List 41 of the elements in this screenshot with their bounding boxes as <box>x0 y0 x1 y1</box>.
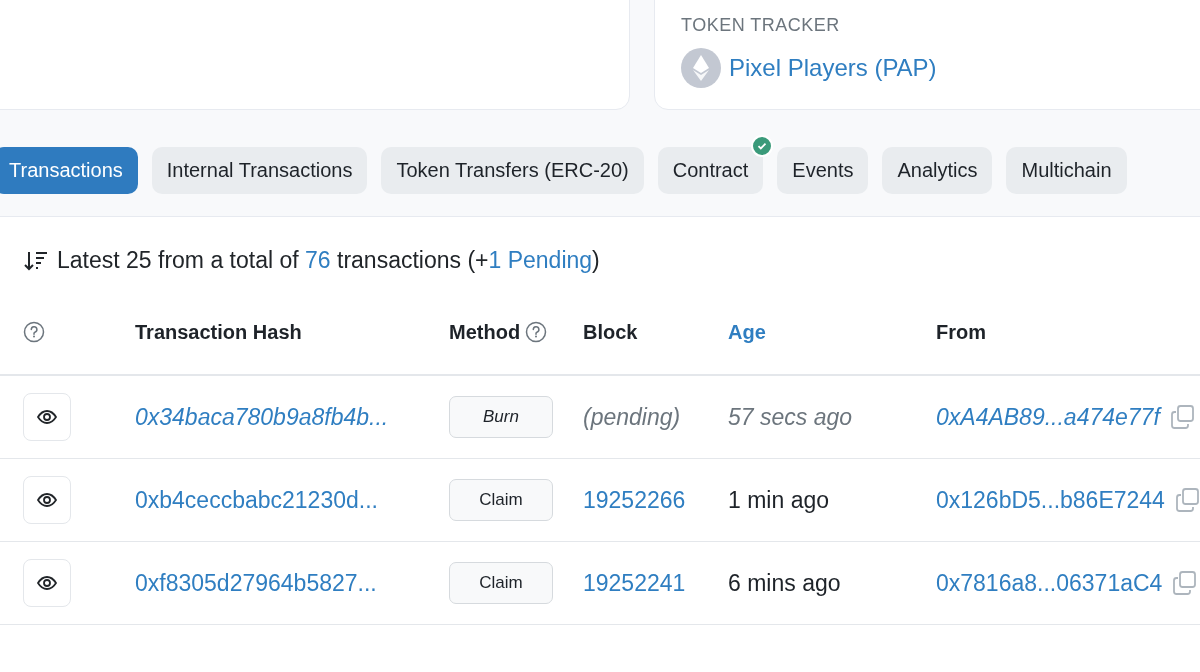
block-status: (pending) <box>583 403 681 430</box>
tab[interactable]: Contract <box>657 147 764 194</box>
block-link[interactable]: 19252266 <box>583 486 686 513</box>
preview-button[interactable] <box>23 559 71 607</box>
address-link[interactable]: 0x126bD5...b86E7244 <box>936 486 1165 514</box>
age-text: 1 min ago <box>728 486 829 513</box>
diamond-logo-icon <box>681 48 721 88</box>
address-link[interactable]: 0x7816a8...06371aC4 <box>936 569 1163 597</box>
total-link[interactable]: 76 <box>305 247 331 273</box>
preview-button[interactable] <box>23 476 71 524</box>
help-icon[interactable] <box>525 321 548 343</box>
summary-text: Latest 25 from a total of 76 transactions (+1 Pending) <box>57 247 600 274</box>
address-link[interactable]: 0xA4AB89...a474e77f <box>936 403 1160 431</box>
eye-icon <box>37 576 57 590</box>
hash-link[interactable]: 0x34baca780b9a8fb4b... <box>135 403 389 430</box>
token-tracker-label: TOKEN TRACKER <box>681 15 841 36</box>
age-text: 6 mins ago <box>728 569 841 596</box>
hash-link[interactable]: 0xb4ceccbabc21230d... <box>135 486 378 513</box>
column-header: From <box>936 320 986 344</box>
tab[interactable]: Internal Transactions <box>151 147 368 194</box>
method-badge: Burn <box>449 396 553 438</box>
tab[interactable]: Multichain <box>1006 147 1127 194</box>
hash-link[interactable]: 0xf8305d27964b5827... <box>135 569 377 596</box>
column-header: Block <box>583 320 638 344</box>
tab[interactable]: Transactions <box>0 147 138 194</box>
eye-icon <box>37 410 57 424</box>
tab[interactable]: Analytics <box>882 147 993 194</box>
column-header: Transaction Hash <box>135 320 302 344</box>
token-link[interactable]: Pixel Players (PAP) <box>729 54 937 82</box>
method-badge: Claim <box>449 562 553 604</box>
eye-icon <box>37 493 57 507</box>
block-link[interactable]: 19252241 <box>583 569 686 596</box>
column-header[interactable]: Age <box>728 320 766 344</box>
tab[interactable]: Events <box>777 147 869 194</box>
column-header: Method <box>449 320 521 344</box>
tab[interactable]: Token Transfers (ERC-20) <box>381 147 644 194</box>
preview-button[interactable] <box>23 393 71 441</box>
method-badge: Claim <box>449 479 553 521</box>
pending-link[interactable]: 1 Pending <box>488 247 593 273</box>
age-text: 57 secs ago <box>728 403 853 430</box>
help-icon[interactable] <box>23 321 45 343</box>
